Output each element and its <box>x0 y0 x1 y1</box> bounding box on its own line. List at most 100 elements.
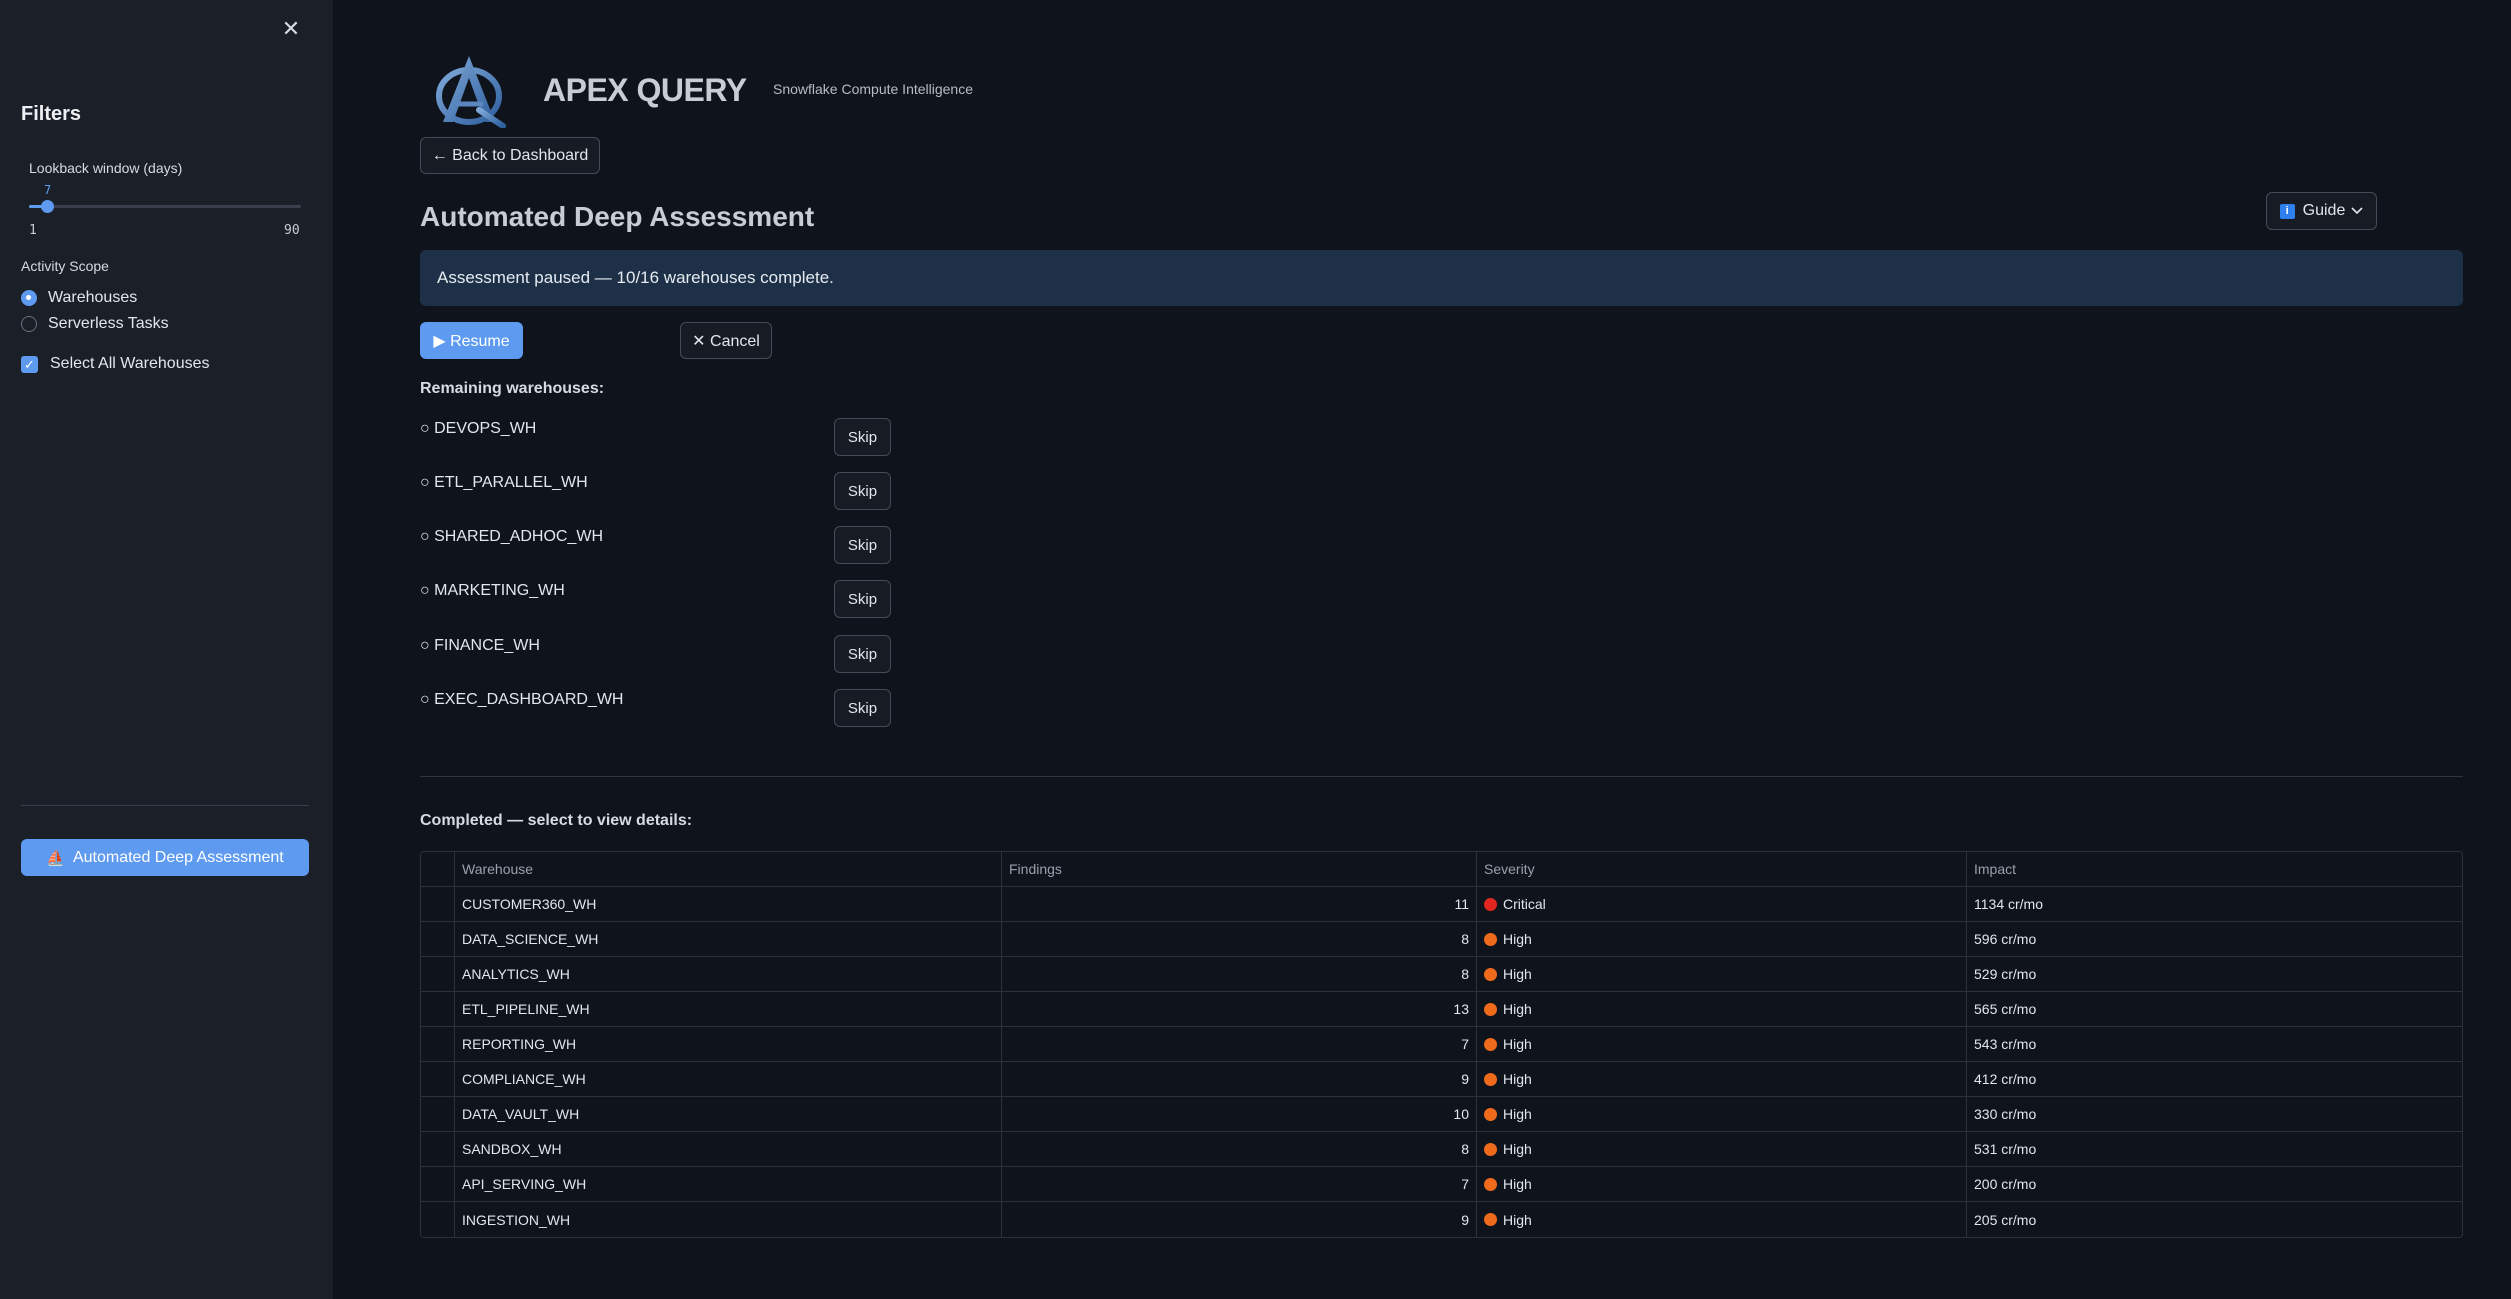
table-row[interactable]: DATA_VAULT_WH 10 High 330 cr/mo <box>421 1097 2462 1132</box>
lookback-max: 90 <box>284 223 300 238</box>
severity-cell: High <box>1477 1202 1967 1237</box>
severity-label: High <box>1503 1036 1532 1052</box>
severity-label: High <box>1503 1141 1532 1157</box>
lookback-slider-handle[interactable] <box>41 200 55 213</box>
severity-label: High <box>1503 1001 1532 1017</box>
row-select-cell[interactable] <box>421 1027 455 1061</box>
remaining-warehouse-row: ○ EXEC_DASHBOARD_WH Skip <box>420 689 891 727</box>
skip-button[interactable]: Skip <box>834 472 891 510</box>
remaining-warehouse-row: ○ DEVOPS_WH Skip <box>420 418 891 456</box>
radio-warehouses[interactable]: Warehouses <box>21 287 137 309</box>
severity-cell: High <box>1477 992 1967 1026</box>
lookback-label: Lookback window (days) <box>29 160 183 176</box>
severity-dot-icon <box>1484 1142 1497 1156</box>
skip-button[interactable]: Skip <box>834 526 891 564</box>
column-header-impact[interactable]: Impact <box>1967 852 2462 886</box>
table-body: CUSTOMER360_WH 11 Critical 1134 cr/mo DATA_S… <box>421 887 2462 1237</box>
row-select-header[interactable] <box>421 852 455 886</box>
select-all-warehouses-checkbox[interactable]: ✓ Select All Warehouses <box>21 353 209 375</box>
guide-dropdown-button[interactable]: i Guide <box>2266 192 2377 230</box>
warehouse-cell: API_SERVING_WH <box>455 1167 1002 1201</box>
findings-cell: 7 <box>1002 1027 1477 1061</box>
remaining-warehouse-row: ○ FINANCE_WH Skip <box>420 635 891 673</box>
impact-cell: 596 cr/mo <box>1974 931 2037 947</box>
column-header-warehouse[interactable]: Warehouse <box>455 852 1002 886</box>
impact-cell: 330 cr/mo <box>1974 1106 2037 1122</box>
row-select-cell[interactable] <box>421 887 455 921</box>
row-select-cell[interactable] <box>421 1202 455 1237</box>
warehouse-cell: ETL_PIPELINE_WH <box>455 992 1002 1026</box>
warehouse-cell: DATA_SCIENCE_WH <box>455 922 1002 956</box>
warehouse-cell: SANDBOX_WH <box>455 1132 1002 1166</box>
skip-button[interactable]: Skip <box>834 580 891 618</box>
row-select-cell[interactable] <box>421 992 455 1026</box>
warehouse-name: ○ ETL_PARALLEL_WH <box>420 474 588 491</box>
impact-cell: 543 cr/mo <box>1974 1036 2037 1052</box>
warehouse-name: ○ FINANCE_WH <box>420 637 540 654</box>
row-select-cell[interactable] <box>421 1132 455 1166</box>
severity-dot-icon <box>1484 932 1497 946</box>
table-row[interactable]: API_SERVING_WH 7 High 200 cr/mo <box>421 1167 2462 1202</box>
severity-dot-icon <box>1484 897 1497 911</box>
checkmark-icon[interactable]: ✓ <box>21 355 38 373</box>
main-content: APEX QUERY Snowflake Compute Intelligenc… <box>333 0 2511 1299</box>
table-header-row: Warehouse Findings Severity Impact <box>421 852 2462 887</box>
row-select-cell[interactable] <box>421 1062 455 1096</box>
warehouse-cell: COMPLIANCE_WH <box>455 1062 1002 1096</box>
severity-cell: High <box>1477 1097 1967 1131</box>
lookback-slider[interactable] <box>29 200 301 213</box>
sidebar-divider <box>21 805 309 806</box>
severity-label: High <box>1503 1211 1532 1228</box>
table-row[interactable]: DATA_SCIENCE_WH 8 High 596 cr/mo <box>421 922 2462 957</box>
radio-button-selected[interactable] <box>21 290 37 306</box>
checkbox-label: Select All Warehouses <box>50 355 210 372</box>
table-row[interactable]: REPORTING_WH 7 High 543 cr/mo <box>421 1027 2462 1062</box>
cancel-button[interactable]: ✕ Cancel <box>680 322 772 359</box>
table-row[interactable]: CUSTOMER360_WH 11 Critical 1134 cr/mo <box>421 887 2462 922</box>
row-select-cell[interactable] <box>421 922 455 956</box>
findings-cell: 9 <box>1002 1202 1477 1237</box>
filters-title: Filters <box>21 103 82 125</box>
remaining-warehouse-row: ○ MARKETING_WH Skip <box>420 580 891 618</box>
close-sidebar-icon[interactable]: ✕ <box>280 18 302 40</box>
warehouse-cell: ANALYTICS_WH <box>455 957 1002 991</box>
remaining-warehouse-row: ○ SHARED_ADHOC_WH Skip <box>420 526 891 564</box>
lookback-min: 1 <box>29 223 37 238</box>
row-select-cell[interactable] <box>421 1167 455 1201</box>
column-header-findings[interactable]: Findings <box>1002 852 1477 886</box>
severity-label: High <box>1503 966 1532 982</box>
table-row[interactable]: INGESTION_WH 9 High 205 cr/mo <box>421 1202 2462 1237</box>
automated-deep-assessment-button[interactable]: ⛵ Automated Deep Assessment <box>21 839 309 876</box>
row-select-cell[interactable] <box>421 1097 455 1131</box>
warehouse-name: ○ MARKETING_WH <box>420 582 565 599</box>
resume-button[interactable]: ▶ Resume <box>420 322 523 359</box>
warehouse-cell: DATA_VAULT_WH <box>455 1097 1002 1131</box>
severity-dot-icon <box>1484 1213 1497 1226</box>
table-row[interactable]: ETL_PIPELINE_WH 13 High 565 cr/mo <box>421 992 2462 1027</box>
column-header-severity[interactable]: Severity <box>1477 852 1967 886</box>
radio-label: Serverless Tasks <box>48 315 169 332</box>
findings-cell: 8 <box>1002 922 1477 956</box>
remaining-warehouse-row: ○ ETL_PARALLEL_WH Skip <box>420 472 891 510</box>
skip-button[interactable]: Skip <box>834 689 891 727</box>
findings-cell: 11 <box>1002 887 1477 921</box>
impact-cell: 1134 cr/mo <box>1974 896 2043 912</box>
skip-button[interactable]: Skip <box>834 418 891 456</box>
radio-label: Warehouses <box>48 289 138 306</box>
severity-dot-icon <box>1484 1072 1497 1086</box>
radio-button[interactable] <box>21 316 37 332</box>
table-row[interactable]: SANDBOX_WH 8 High 531 cr/mo <box>421 1132 2462 1167</box>
findings-cell: 8 <box>1002 1132 1477 1166</box>
lookback-value: 7 <box>44 183 52 197</box>
impact-cell: 529 cr/mo <box>1974 966 2037 982</box>
table-row[interactable]: COMPLIANCE_WH 9 High 412 cr/mo <box>421 1062 2462 1097</box>
severity-label: Critical <box>1503 896 1546 912</box>
row-select-cell[interactable] <box>421 957 455 991</box>
table-row[interactable]: ANALYTICS_WH 8 High 529 cr/mo <box>421 957 2462 992</box>
severity-dot-icon <box>1484 1037 1497 1051</box>
back-to-dashboard-button[interactable]: ← Back to Dashboard <box>420 137 600 174</box>
impact-cell: 200 cr/mo <box>1974 1176 2037 1192</box>
skip-button[interactable]: Skip <box>834 635 891 673</box>
radio-serverless-tasks[interactable]: Serverless Tasks <box>21 313 169 335</box>
page-title: Automated Deep Assessment <box>420 201 815 232</box>
